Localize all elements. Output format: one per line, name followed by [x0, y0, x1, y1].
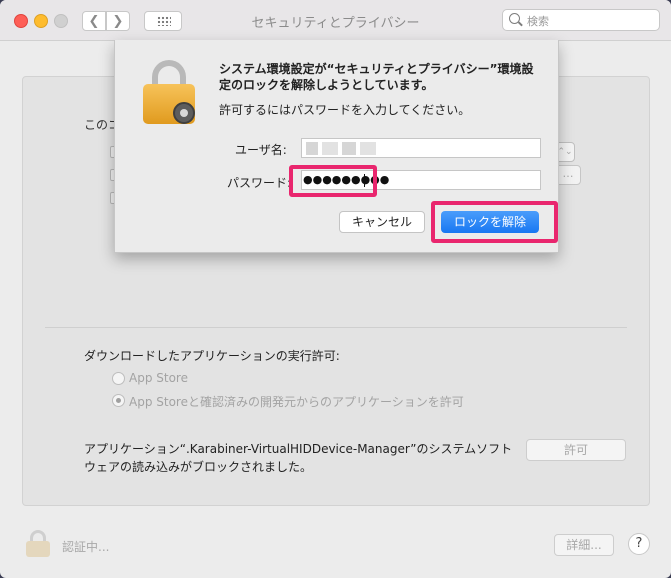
titlebar: ❮ ❯ セキュリティとプライバシー 検索: [0, 0, 671, 41]
unlock-highlight: [431, 201, 558, 243]
radio-button[interactable]: [112, 394, 125, 407]
radio-button[interactable]: [112, 372, 125, 385]
password-highlight: [289, 165, 377, 197]
help-button[interactable]: ?: [628, 533, 650, 555]
gear-icon: [173, 102, 195, 124]
dialog-title: システム環境設定が“セキュリティとプライバシー”環境設定のロックを解除しようとし…: [219, 62, 534, 92]
username-field[interactable]: [301, 138, 541, 158]
unlock-dialog: システム環境設定が“セキュリティとプライバシー”環境設定のロックを解除しようとし…: [114, 40, 559, 253]
search-placeholder: 検索: [527, 15, 549, 28]
radio-label: App Store: [129, 371, 188, 385]
details-button[interactable]: 詳細...: [554, 534, 614, 556]
divider: [45, 327, 627, 328]
radio-label: App Storeと確認済みの開発元からのアプリケーションを許可: [129, 395, 464, 409]
lock-icon[interactable]: [26, 530, 50, 557]
dialog-subtitle: 許可するにはパスワードを入力してください。: [219, 103, 471, 117]
search-input[interactable]: 検索: [502, 9, 660, 31]
blocked-message: アプリケーション“.Karabiner-VirtualHIDDevice-Man…: [84, 442, 513, 474]
auth-status: 認証中...: [62, 540, 110, 554]
redacted-text: [360, 142, 376, 155]
search-icon: [509, 13, 520, 24]
redacted-text: [322, 142, 338, 155]
username-label: ユーザ名:: [235, 143, 287, 157]
password-label: パスワード:: [227, 176, 292, 190]
preferences-window: ❮ ❯ セキュリティとプライバシー 検索 このコ ⌃⌄ … ダウンロードしたアプ…: [0, 0, 671, 578]
cancel-button[interactable]: キャンセル: [339, 211, 425, 233]
redacted-text: [306, 142, 318, 155]
redacted-text: [342, 142, 356, 155]
allow-button[interactable]: 許可: [526, 439, 626, 461]
download-permission-label: ダウンロードしたアプリケーションの実行許可:: [84, 349, 340, 363]
lock-icon: [143, 60, 199, 126]
